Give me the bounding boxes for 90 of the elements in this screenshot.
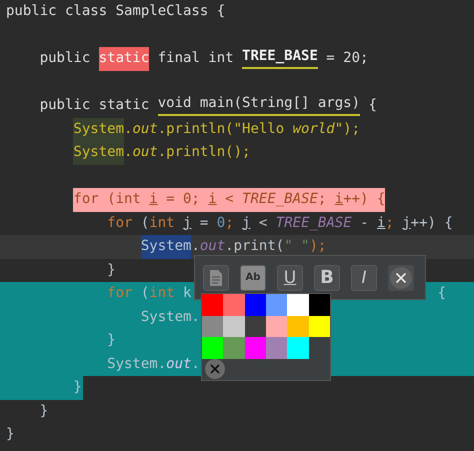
code-text: } bbox=[40, 402, 48, 420]
close-button[interactable] bbox=[388, 264, 414, 290]
color-swatch[interactable] bbox=[202, 316, 224, 337]
code-text: public static bbox=[40, 96, 150, 115]
code-text: < bbox=[258, 214, 268, 232]
color-swatch[interactable] bbox=[287, 316, 309, 337]
code-text: System bbox=[73, 118, 124, 141]
code-text: ++) { bbox=[343, 190, 386, 209]
code-text: . bbox=[124, 120, 132, 138]
code-text: { bbox=[438, 284, 446, 303]
color-swatch[interactable] bbox=[244, 316, 266, 337]
color-swatch[interactable] bbox=[266, 316, 288, 337]
code-text: public bbox=[40, 49, 92, 68]
color-swatch[interactable] bbox=[244, 337, 266, 358]
code-text: out bbox=[132, 143, 158, 162]
color-swatch[interactable] bbox=[308, 316, 330, 337]
code-text: out bbox=[132, 120, 158, 138]
code-text: = bbox=[198, 214, 210, 232]
color-swatch[interactable] bbox=[202, 337, 224, 358]
code-text: .println("Hello bbox=[158, 120, 286, 138]
underline-button[interactable]: U bbox=[277, 264, 303, 290]
selected-text: System bbox=[140, 235, 192, 258]
code-text: j bbox=[183, 214, 192, 232]
color-swatch[interactable] bbox=[223, 294, 245, 316]
color-swatch[interactable] bbox=[244, 294, 266, 316]
code-text: } bbox=[107, 331, 116, 350]
code-text: TREE_BASE bbox=[242, 47, 318, 69]
code-text: int bbox=[149, 214, 176, 232]
code-text: i bbox=[208, 190, 217, 209]
code-text: } bbox=[6, 425, 14, 444]
code-text: } bbox=[107, 260, 116, 280]
code-text: void main(String[] args) bbox=[158, 94, 360, 116]
color-swatch[interactable] bbox=[223, 337, 245, 358]
code-text: ); bbox=[309, 237, 326, 256]
code-text: out bbox=[166, 354, 192, 374]
color-swatch[interactable] bbox=[202, 294, 224, 316]
code-text: - bbox=[359, 214, 370, 232]
code-text: < bbox=[224, 190, 235, 209]
color-swatch[interactable] bbox=[223, 316, 245, 337]
code-text: . bbox=[191, 354, 200, 374]
highlighted-keyword: static bbox=[98, 47, 150, 70]
bold-button[interactable]: B bbox=[314, 264, 340, 290]
code-text: "); bbox=[334, 120, 360, 138]
code-text: out bbox=[200, 237, 226, 256]
color-swatch[interactable] bbox=[266, 337, 288, 358]
color-swatch[interactable] bbox=[308, 294, 330, 316]
code-text: ; bbox=[318, 190, 328, 209]
close-icon bbox=[390, 266, 412, 288]
code-text: ( bbox=[140, 214, 150, 232]
document-icon bbox=[209, 268, 223, 286]
code-text: = 20; bbox=[325, 49, 368, 68]
code-text: = 0; bbox=[165, 190, 201, 209]
code-text: 0 bbox=[216, 214, 226, 232]
text-button[interactable]: Ab bbox=[240, 264, 266, 290]
code-editor[interactable] bbox=[0, 0, 474, 451]
code-text: . bbox=[124, 143, 132, 162]
code-text: System. bbox=[107, 354, 166, 374]
color-swatch[interactable] bbox=[287, 337, 309, 358]
code-text: j bbox=[242, 214, 250, 232]
code-text: ( bbox=[140, 284, 150, 303]
italic-button[interactable]: I bbox=[351, 264, 377, 290]
code-text: " " bbox=[284, 237, 310, 256]
code-text: i bbox=[149, 190, 158, 209]
color-swatch[interactable] bbox=[287, 294, 309, 316]
code-text: k bbox=[183, 284, 192, 303]
code-text: { bbox=[367, 96, 377, 115]
code-text: i bbox=[334, 190, 344, 209]
code-text: final int bbox=[156, 49, 235, 68]
code-text: i bbox=[376, 214, 386, 232]
code-text: ; bbox=[225, 214, 235, 232]
color-swatch[interactable] bbox=[266, 294, 288, 316]
code-text: .print( bbox=[225, 237, 284, 256]
code-text: int bbox=[149, 284, 176, 303]
code-text: System bbox=[73, 141, 124, 164]
code-text: for bbox=[107, 284, 132, 303]
code-text: . bbox=[191, 237, 200, 256]
code-text: System. bbox=[140, 308, 200, 326]
code-text: ++) { bbox=[410, 214, 453, 232]
code-text: public class SampleClass { bbox=[6, 2, 226, 21]
code-text: for (int bbox=[73, 190, 142, 209]
copy-button[interactable] bbox=[203, 264, 229, 290]
code-text: j bbox=[402, 214, 411, 232]
code-text: .println(); bbox=[158, 143, 250, 162]
close-icon[interactable] bbox=[204, 358, 226, 380]
code-text: } bbox=[73, 378, 82, 397]
code-text: ; bbox=[385, 214, 395, 232]
code-text: world bbox=[292, 120, 335, 138]
code-text: TREE_BASE bbox=[276, 214, 352, 232]
code-text: TREE_BASE bbox=[242, 190, 318, 209]
code-text: for bbox=[107, 214, 132, 232]
